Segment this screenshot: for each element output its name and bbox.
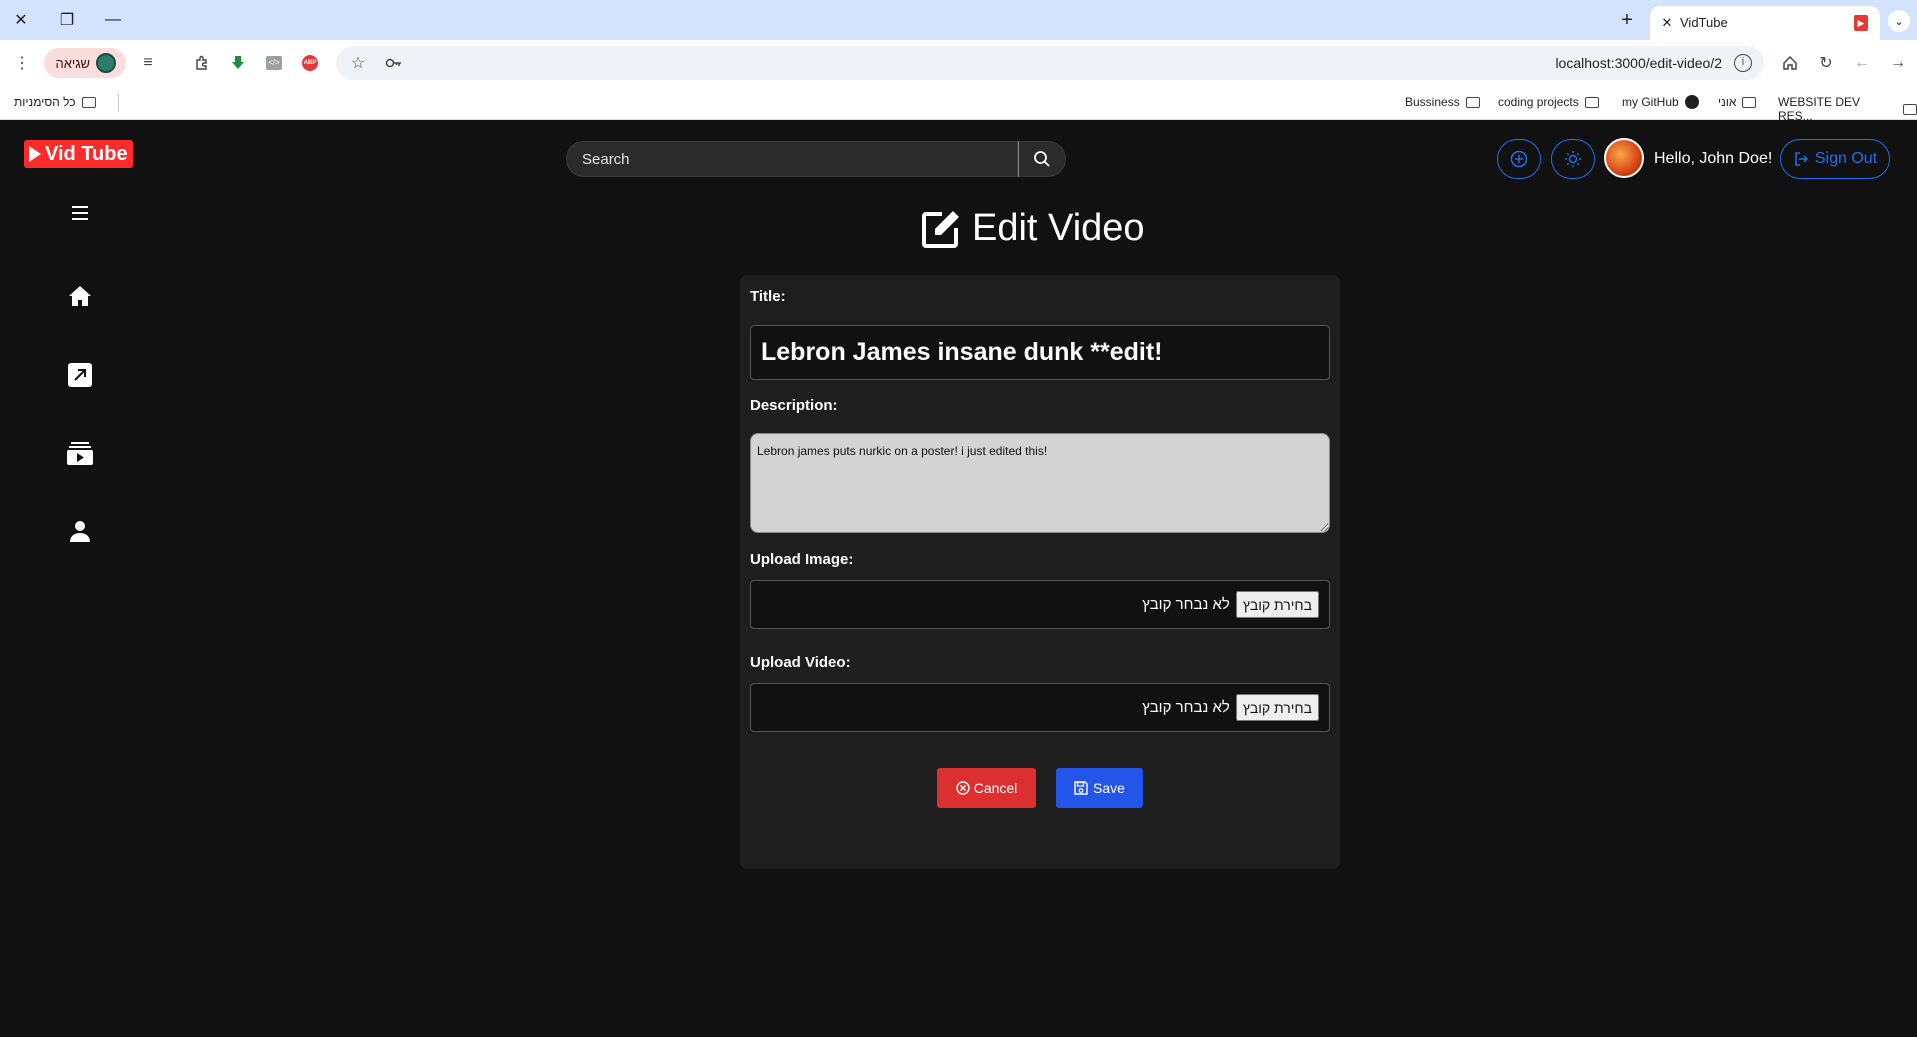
home-browser-icon[interactable] [1778,51,1802,75]
vidtube-logo[interactable]: Vid Tube [24,140,133,168]
reading-list-icon[interactable]: ≡ [136,51,160,75]
menu-icon [72,206,88,220]
profile-icon [70,521,90,542]
bookmark-label: כל הסימניות [14,95,76,109]
sun-icon [1565,151,1581,167]
choose-image-file-button[interactable]: בחירת קובץ [1235,591,1319,618]
cancel-button[interactable]: Cancel [937,768,1036,808]
sidebar-item-trending[interactable] [66,361,94,389]
extensions-icon[interactable] [190,51,214,75]
bookmark-label: my GitHub [1622,95,1679,109]
window-restore-icon[interactable]: ❐ [54,8,80,32]
bookmark-label: coding projects [1498,95,1579,109]
search-input[interactable] [566,141,1018,177]
more-menu-icon[interactable]: ⋮ [10,51,34,75]
bookmark-star-icon[interactable]: ☆ [346,51,370,75]
browser-tab[interactable]: ✕ VidTube ▶ [1650,6,1880,40]
url-text[interactable]: localhost:3000/edit-video/2 [1555,55,1722,71]
browser-toolbar: ⋮ שגיאה ≡ </> ABP ☆ localhost:3000/edit-… [0,40,1917,86]
password-key-icon[interactable] [382,51,406,75]
search-icon [1034,151,1050,167]
search-button[interactable] [1018,141,1066,177]
folder-icon [1584,96,1599,108]
save-icon [1074,781,1088,795]
image-file-status: לא נבחר קובץ [1142,596,1230,613]
bookmark-label: WEBSITE DEV RES... [1778,95,1861,123]
cancel-circle-icon [956,781,970,795]
bookmark-my-github[interactable]: my GitHub [1622,95,1699,109]
description-field[interactable]: Lebron james puts nurkic on a poster! i … [750,433,1330,533]
choose-video-file-button[interactable]: בחירת קובץ [1235,694,1319,721]
bookmark-coding-projects[interactable]: coding projects [1498,95,1599,109]
upload-video-label: Upload Video: [750,654,851,671]
window-minimize-icon[interactable]: — [100,8,126,32]
profile-avatar-icon [96,53,116,73]
sign-out-button[interactable]: Sign Out [1780,139,1890,179]
description-label: Description: [750,397,838,414]
page-title-text: Edit Video [972,207,1145,249]
title-label: Title: [750,288,786,305]
avatar[interactable] [1604,138,1644,178]
theme-toggle-button[interactable] [1551,139,1595,179]
bookmarks-bar: כל הסימניות Bussiness coding projects my… [0,86,1917,123]
github-icon [1684,95,1699,109]
title-field[interactable] [750,325,1330,380]
bookmark-website-dev-res[interactable]: WEBSITE DEV RES... [1778,95,1917,123]
subscriptions-icon [67,442,93,465]
profile-label: שגיאה [55,55,90,71]
save-label: Save [1093,780,1125,796]
folder-icon [81,96,96,108]
upload-image-label: Upload Image: [750,551,854,568]
bookmark-separator [118,94,119,112]
page-title: Edit Video [920,207,1145,250]
tab-title: VidTube [1680,15,1728,30]
upload-image-input[interactable]: בחירת קובץ לא נבחר קובץ [750,580,1330,629]
upload-video-input[interactable]: בחירת קובץ לא נבחר קובץ [750,683,1330,732]
new-tab-button[interactable]: + [1615,8,1639,32]
plus-circle-icon [1510,150,1528,168]
bookmark-bussiness[interactable]: Bussiness [1405,95,1480,109]
download-extension-icon[interactable] [226,51,250,75]
sign-out-label: Sign Out [1814,150,1878,167]
folder-icon [1903,103,1917,115]
site-info-icon[interactable]: i [1734,54,1752,72]
video-file-status: לא נבחר קובץ [1142,699,1230,716]
menu-button[interactable] [66,199,94,227]
folder-icon [1742,96,1757,108]
sidebar-item-home[interactable] [66,282,94,310]
app-viewport: Vid Tube Hello, John Doe! Sign Out Edit … [0,121,1917,1037]
sign-out-icon [1795,152,1808,166]
cancel-label: Cancel [973,780,1018,796]
save-button[interactable]: Save [1056,768,1143,808]
browser-tab-bar: ✕ ❐ — + ✕ VidTube ▶ ⌄ [0,0,1917,40]
user-greeting: Hello, John Doe! [1654,150,1773,167]
bookmark-uni[interactable]: אוני [1718,95,1757,109]
tab-favicon-icon: ▶ [1854,15,1868,31]
adblock-extension-icon[interactable]: ABP [298,51,322,75]
bookmark-label: Bussiness [1405,95,1460,109]
edit-video-form: Title: Description: Lebron james puts nu… [740,275,1340,869]
sidebar-item-profile[interactable] [66,517,94,545]
forward-arrow-icon[interactable]: ← [1850,51,1874,75]
tab-close-icon[interactable]: ✕ [1658,14,1676,32]
upload-video-button[interactable] [1497,139,1541,179]
edit-icon [922,210,959,248]
sidebar-item-subscriptions[interactable] [66,439,94,467]
logo-text: Vid Tube [45,142,128,165]
reload-icon[interactable]: ↻ [1814,51,1838,75]
trending-icon [68,363,92,387]
window-close-icon[interactable]: ✕ [8,8,34,32]
play-icon [29,146,41,162]
home-icon [69,286,91,306]
tab-search-chevron-icon[interactable]: ⌄ [1888,10,1910,32]
search-bar [566,141,1066,177]
devtools-extension-icon[interactable]: </> [262,51,286,75]
back-arrow-icon[interactable]: → [1886,51,1910,75]
bookmark-all-bookmarks[interactable]: כל הסימניות [14,95,96,109]
folder-icon [1465,96,1480,108]
address-bar[interactable]: ☆ localhost:3000/edit-video/2 i [336,46,1764,80]
profile-button[interactable]: שגיאה [44,48,126,78]
bookmark-label: אוני [1718,95,1737,109]
